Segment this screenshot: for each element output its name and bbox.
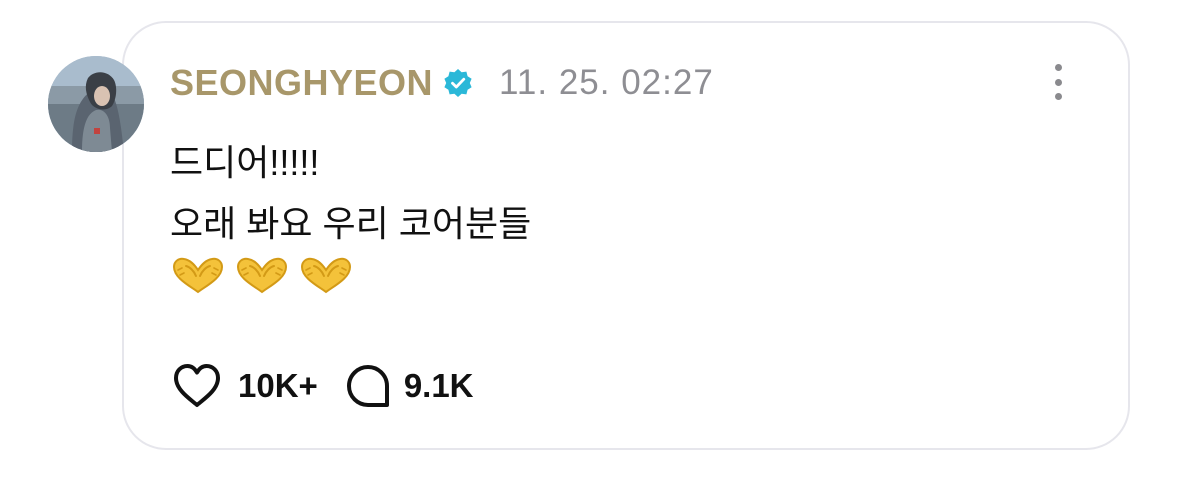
verified-badge-icon: [444, 69, 472, 97]
more-options-button[interactable]: [1046, 62, 1070, 102]
emoji-row: [170, 256, 354, 296]
speech-bubble-icon[interactable]: [344, 362, 392, 410]
post-timestamp: 11. 25. 02:27: [499, 63, 714, 102]
post-text-line: 오래 봐요 우리 코어분들: [170, 203, 532, 244]
heart-hands-emoji: [236, 257, 288, 294]
heart-hands-emoji: [300, 257, 352, 294]
like-count[interactable]: 10K+: [238, 367, 318, 405]
comment-count[interactable]: 9.1K: [404, 367, 474, 405]
heart-outline-icon[interactable]: [172, 363, 222, 409]
avatar[interactable]: [48, 56, 144, 152]
post-header: SEONGHYEON 11. 25. 02:27: [170, 60, 714, 106]
author-name[interactable]: SEONGHYEON: [170, 62, 433, 104]
post-text-line: 드디어!!!!!: [170, 142, 320, 183]
heart-hands-emoji: [172, 257, 224, 294]
vertical-ellipsis-icon: [1054, 64, 1062, 71]
post-actions: 10K+ 9.1K: [172, 362, 474, 410]
